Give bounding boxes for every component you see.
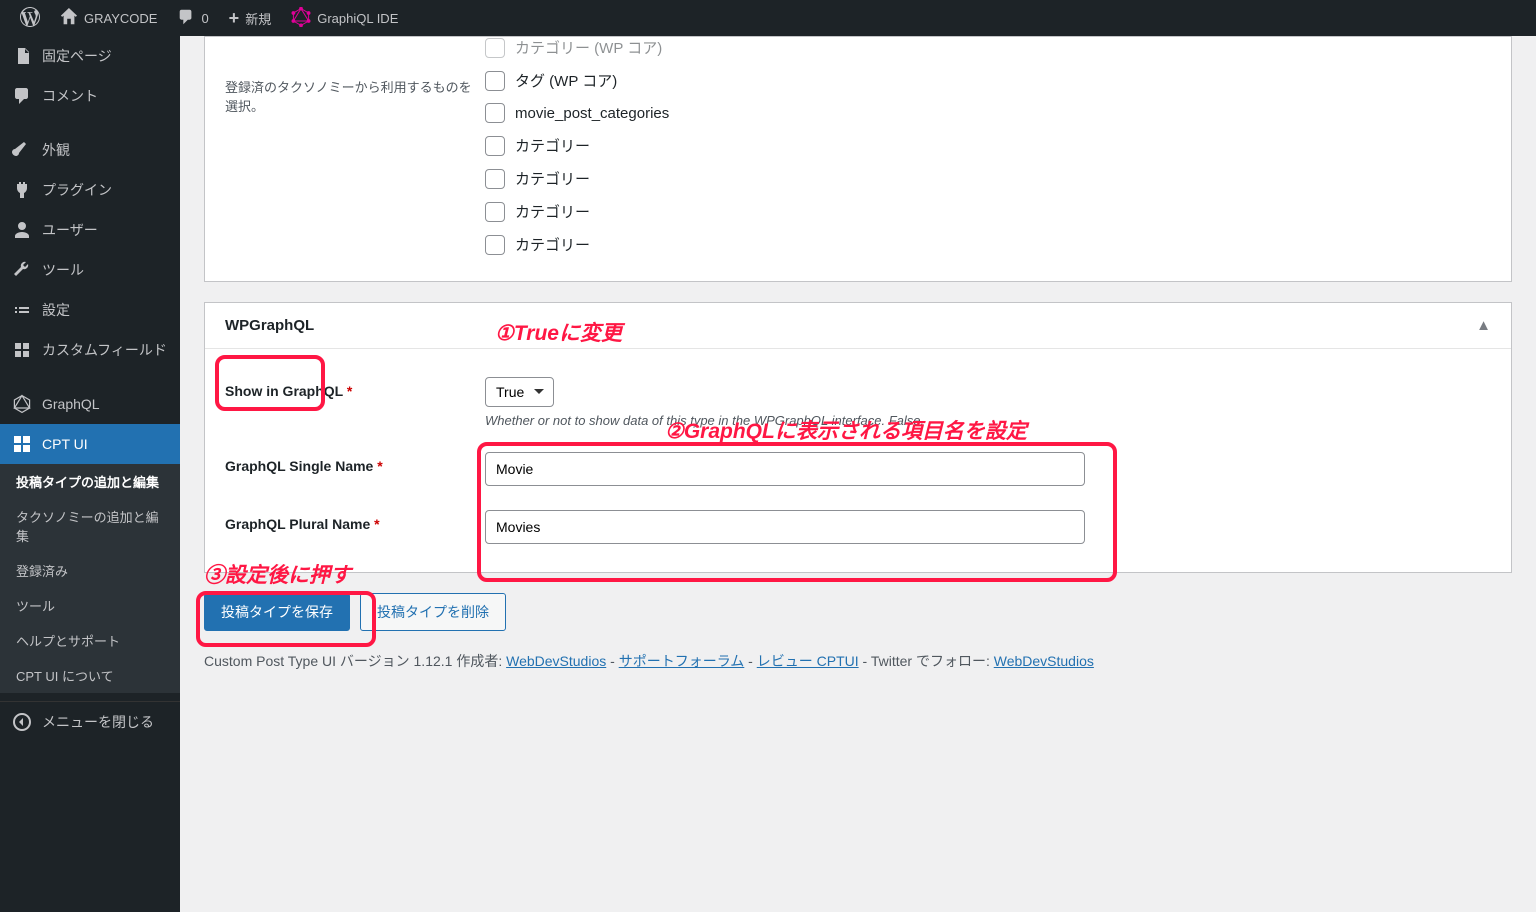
wrench-icon [12,260,32,280]
comment-count: 0 [201,11,208,26]
new-content[interactable]: + 新規 [219,0,282,36]
admin-bar: GRAYCODE 0 + 新規 GraphiQL IDE [0,0,1536,36]
graphql-icon [291,7,311,30]
taxonomy-option[interactable]: movie_post_categories [485,97,1491,129]
comments-link[interactable]: 0 [167,0,218,36]
menu-tools[interactable]: ツール [0,250,180,290]
show-in-graphql-select[interactable]: True [485,377,554,407]
delete-button[interactable]: 投稿タイプを削除 [360,593,506,631]
taxonomy-option[interactable]: カテゴリー [485,162,1491,195]
footer-link-review[interactable]: レビュー CPTUI [757,653,859,669]
wpgraphql-header[interactable]: WPGraphQL ▲ [205,303,1511,349]
footer-link-author[interactable]: WebDevStudios [506,653,606,669]
menu-users[interactable]: ユーザー [0,210,180,250]
site-home[interactable]: GRAYCODE [50,0,167,36]
graphiql-ide[interactable]: GraphiQL IDE [281,0,408,36]
footer-link-support[interactable]: サポートフォーラム [619,653,745,669]
graphql-single-name-label: GraphQL Single Name * [225,452,485,474]
admin-sidebar: 固定ページ コメント 外観 プラグイン ユーザー ツール 設定 カス [0,36,180,912]
submenu-tools[interactable]: ツール [0,588,180,623]
settings-icon [12,300,32,320]
collapse-menu[interactable]: メニューを閉じる [0,701,180,742]
collapse-icon [12,712,32,732]
taxonomy-help: 登録済のタクソノミーから利用するものを選択。 [225,77,475,115]
taxonomy-panel: タクソノミー 登録済のタクソノミーから利用するものを選択。 カテゴリー (WP … [204,36,1512,282]
toggle-icon: ▲ [1476,317,1491,334]
annotation-1: ①Trueに変更 [495,317,622,347]
wpgraphql-panel: WPGraphQL ▲ ①Trueに変更 Show in GraphQL * T… [204,302,1512,573]
graphql-icon [12,394,32,414]
menu-graphql[interactable]: GraphQL [0,384,180,424]
submenu-about[interactable]: CPT UI について [0,658,180,693]
taxonomy-option[interactable]: カテゴリー [485,228,1491,261]
menu-custom-fields[interactable]: カスタムフィールド [0,330,180,370]
taxonomy-option[interactable]: カテゴリー [485,129,1491,162]
pages-icon [12,46,32,66]
graphql-plural-name-label: GraphQL Plural Name * [225,510,485,532]
wp-logo[interactable] [10,0,50,36]
cpt-icon [12,434,32,454]
checkbox[interactable] [485,38,505,58]
taxonomy-option[interactable]: カテゴリー (WP コア) [485,36,1491,64]
home-icon [60,8,78,29]
main-content: タクソノミー 登録済のタクソノミーから利用するものを選択。 カテゴリー (WP … [180,36,1536,912]
checkbox[interactable] [485,235,505,255]
plus-icon: + [229,8,240,29]
submenu-help[interactable]: ヘルプとサポート [0,623,180,658]
menu-cpt-ui[interactable]: CPT UI [0,424,180,464]
submenu-add-edit-post-type[interactable]: 投稿タイプの追加と編集 [0,464,180,499]
brush-icon [12,140,32,160]
annotation-3: ③設定後に押す [204,559,351,589]
checkbox[interactable] [485,71,505,91]
action-buttons: 投稿タイプを保存 投稿タイプを削除 [204,593,1512,631]
user-icon [12,220,32,240]
taxonomy-option[interactable]: タグ (WP コア) [485,64,1491,97]
taxonomy-option[interactable]: カテゴリー [485,195,1491,228]
menu-plugins[interactable]: プラグイン [0,170,180,210]
footer-credits: Custom Post Type UI バージョン 1.12.1 作成者: We… [204,651,1512,671]
checkbox[interactable] [485,202,505,222]
site-name: GRAYCODE [84,11,157,26]
grid-icon [12,340,32,360]
submenu-registered[interactable]: 登録済み [0,553,180,588]
cpt-submenu: 投稿タイプの追加と編集 タクソノミーの追加と編集 登録済み ツール ヘルプとサポ… [0,464,180,693]
save-button[interactable]: 投稿タイプを保存 [204,593,350,631]
plugin-icon [12,180,32,200]
checkbox[interactable] [485,169,505,189]
show-in-graphql-label: Show in GraphQL * [225,377,485,399]
checkbox[interactable] [485,136,505,156]
menu-appearance[interactable]: 外観 [0,130,180,170]
footer-link-twitter[interactable]: WebDevStudios [994,653,1094,669]
menu-comments[interactable]: コメント [0,76,180,116]
graphql-plural-name-input[interactable] [485,510,1085,544]
menu-settings[interactable]: 設定 [0,290,180,330]
submenu-add-edit-taxonomy[interactable]: タクソノミーの追加と編集 [0,499,180,553]
comment-icon [177,8,195,29]
menu-pages[interactable]: 固定ページ [0,36,180,76]
graphql-single-name-input[interactable] [485,452,1085,486]
comment-icon [12,86,32,106]
checkbox[interactable] [485,103,505,123]
